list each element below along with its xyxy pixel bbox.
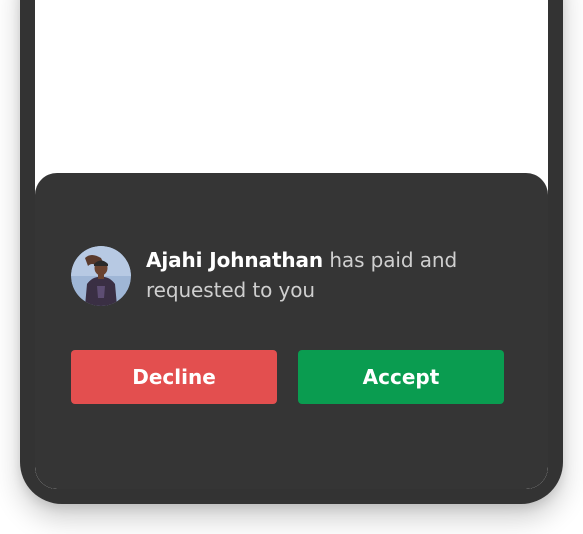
accept-button[interactable]: Accept bbox=[298, 350, 504, 404]
user-avatar-icon bbox=[71, 246, 131, 306]
payment-request-sheet: Ajahi Johnathan has paid and requested t… bbox=[35, 173, 548, 489]
decline-button[interactable]: Decline bbox=[71, 350, 277, 404]
accept-button-label: Accept bbox=[362, 365, 440, 389]
avatar bbox=[71, 246, 131, 306]
phone-screen: Ajahi Johnathan has paid and requested t… bbox=[35, 0, 548, 489]
decline-button-label: Decline bbox=[132, 365, 216, 389]
sender-name: Ajahi Johnathan bbox=[146, 248, 324, 272]
request-message: Ajahi Johnathan has paid and requested t… bbox=[146, 245, 531, 305]
page: Ajahi Johnathan has paid and requested t… bbox=[0, 0, 583, 534]
request-row: Ajahi Johnathan has paid and requested t… bbox=[71, 245, 531, 306]
